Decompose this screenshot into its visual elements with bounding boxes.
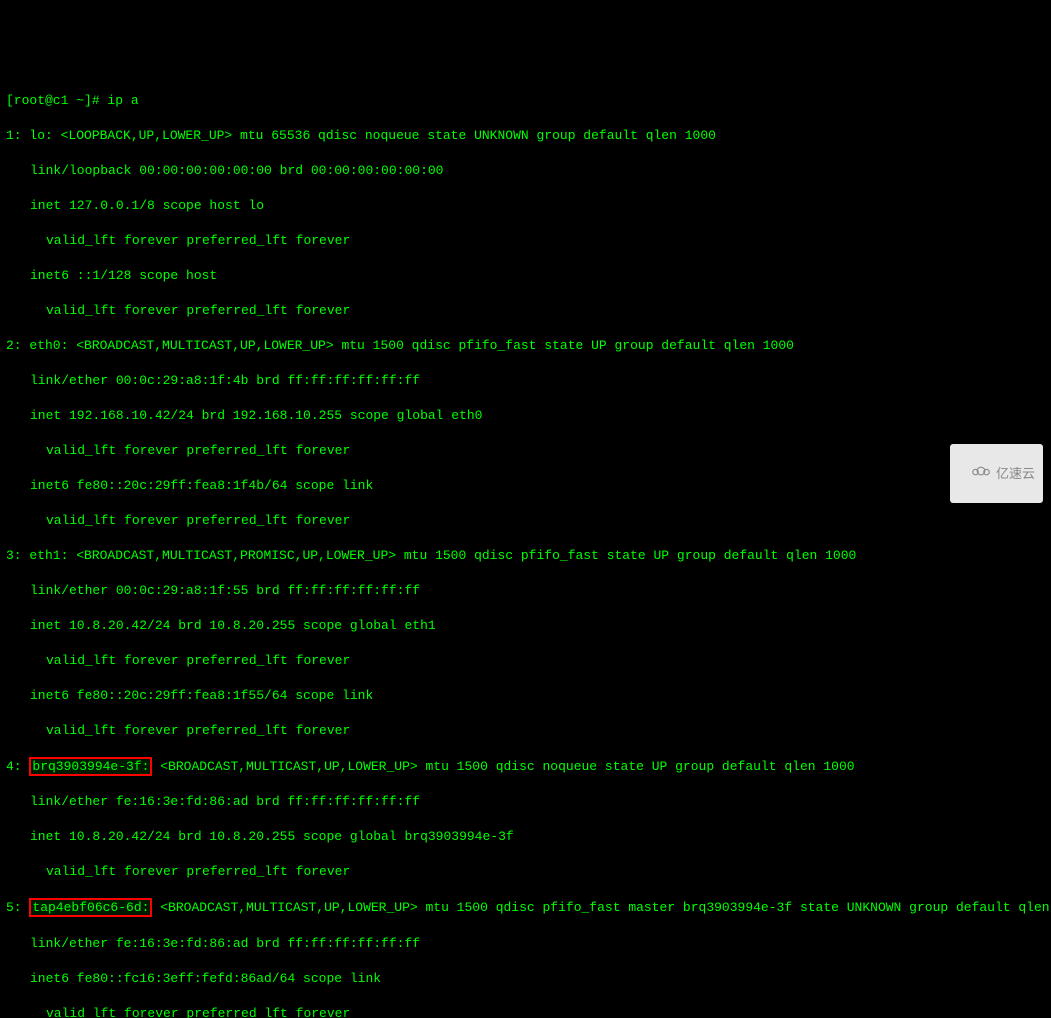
iface-lo-inet: inet 127.0.0.1/8 scope host lo — [30, 197, 1045, 215]
iface-lo-inet6: inet6 ::1/128 scope host — [30, 267, 1045, 285]
iface-eth1-link: link/ether 00:0c:29:a8:1f:55 brd ff:ff:f… — [30, 582, 1045, 600]
watermark-badge: 亿速云 — [950, 444, 1043, 504]
tap-name-highlight: tap4ebf06c6-6d: — [29, 898, 152, 917]
prompt-line[interactable]: [root@c1 ~]# ip a — [6, 92, 1045, 110]
iface-tap-inet6: inet6 fe80::fc16:3eff:fefd:86ad/64 scope… — [30, 970, 1045, 988]
cloud-icon — [956, 447, 992, 501]
iface-lo-link: link/loopback 00:00:00:00:00:00 brd 00:0… — [30, 162, 1045, 180]
iface-eth0-inet6: inet6 fe80::20c:29ff:fea8:1f4b/64 scope … — [30, 477, 1045, 495]
iface-tap-link: link/ether fe:16:3e:fd:86:ad brd ff:ff:f… — [30, 935, 1045, 953]
iface-lo-valid2: valid_lft forever preferred_lft forever — [46, 302, 1045, 320]
iface-brq-valid1: valid_lft forever preferred_lft forever — [46, 863, 1045, 881]
iface-eth1-valid2: valid_lft forever preferred_lft forever — [46, 722, 1045, 740]
iface-eth0-valid1: valid_lft forever preferred_lft forever — [46, 442, 1045, 460]
iface-eth0-header: 2: eth0: <BROADCAST,MULTICAST,UP,LOWER_U… — [6, 337, 1045, 355]
terminal-output: [root@c1 ~]# ip a 1: lo: <LOOPBACK,UP,LO… — [6, 74, 1045, 1018]
iface-tap-valid2: valid_lft forever preferred_lft forever — [46, 1005, 1045, 1018]
brq-name-highlight: brq3903994e-3f: — [29, 757, 152, 776]
iface-brq-inet: inet 10.8.20.42/24 brd 10.8.20.255 scope… — [30, 828, 1045, 846]
iface-eth1-valid1: valid_lft forever preferred_lft forever — [46, 652, 1045, 670]
iface-eth0-valid2: valid_lft forever preferred_lft forever — [46, 512, 1045, 530]
watermark-text: 亿速云 — [996, 465, 1035, 483]
iface-lo-header: 1: lo: <LOOPBACK,UP,LOWER_UP> mtu 65536 … — [6, 127, 1045, 145]
iface-brq-link: link/ether fe:16:3e:fd:86:ad brd ff:ff:f… — [30, 793, 1045, 811]
iface-eth0-inet: inet 192.168.10.42/24 brd 192.168.10.255… — [30, 407, 1045, 425]
iface-brq-header: 4: brq3903994e-3f: <BROADCAST,MULTICAST,… — [6, 757, 1045, 776]
iface-eth1-inet: inet 10.8.20.42/24 brd 10.8.20.255 scope… — [30, 617, 1045, 635]
iface-eth1-header: 3: eth1: <BROADCAST,MULTICAST,PROMISC,UP… — [6, 547, 1045, 565]
iface-lo-valid1: valid_lft forever preferred_lft forever — [46, 232, 1045, 250]
iface-eth1-inet6: inet6 fe80::20c:29ff:fea8:1f55/64 scope … — [30, 687, 1045, 705]
iface-tap-header: 5: tap4ebf06c6-6d: <BROADCAST,MULTICAST,… — [6, 898, 1045, 917]
iface-eth0-link: link/ether 00:0c:29:a8:1f:4b brd ff:ff:f… — [30, 372, 1045, 390]
